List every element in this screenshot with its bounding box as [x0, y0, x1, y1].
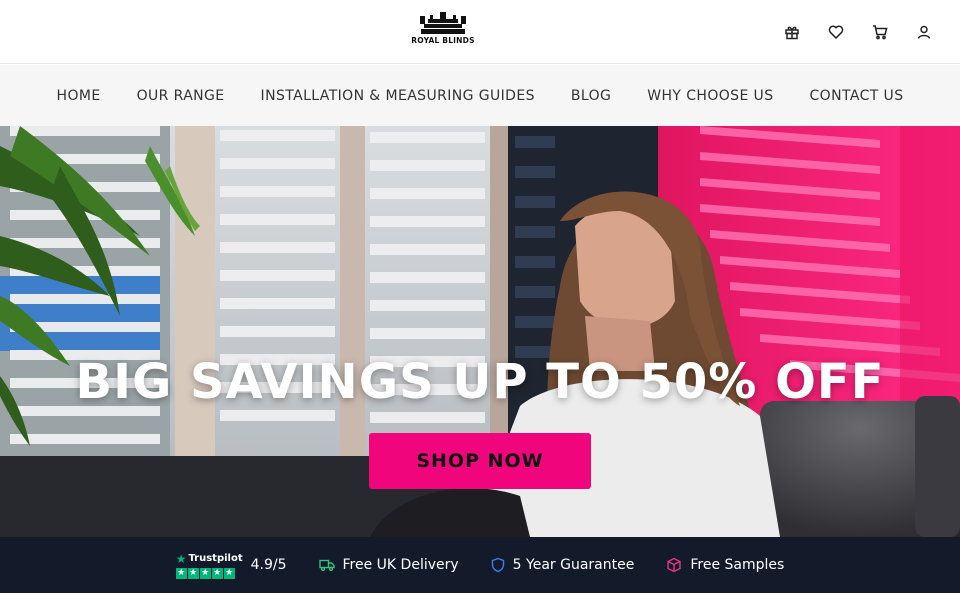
- top-header: ROYAL BLINDS: [0, 0, 960, 64]
- free-samples-label: Free Samples: [690, 557, 785, 573]
- nav-item-blog[interactable]: BLOG: [571, 88, 611, 104]
- cart-icon[interactable]: [870, 22, 890, 42]
- nav-item-installation-guides[interactable]: INSTALLATION & MEASURING GUIDES: [261, 88, 535, 104]
- shield-icon: [491, 557, 504, 573]
- user-icon[interactable]: [914, 22, 934, 42]
- main-navigation: HOME OUR RANGE INSTALLATION & MEASURING …: [0, 65, 960, 126]
- crown-icon: [420, 12, 466, 34]
- free-samples[interactable]: Free Samples: [666, 557, 784, 573]
- nav-item-our-range[interactable]: OUR RANGE: [137, 88, 225, 104]
- brand-name: ROYAL BLINDS: [411, 36, 475, 45]
- free-delivery: Free UK Delivery: [318, 557, 459, 573]
- nav-item-home[interactable]: HOME: [57, 88, 101, 104]
- hero-heading: BIG SAVINGS UP TO 50% OFF: [75, 354, 885, 410]
- truck-icon: [318, 559, 335, 572]
- hero-banner: BIG SAVINGS UP TO 50% OFF SHOP NOW: [0, 126, 960, 537]
- trustpilot-rating[interactable]: ★ Trustpilot ★ ★ ★ ★ ★ 4.9/5: [175, 551, 287, 579]
- rating-value: 4.9/5: [250, 557, 287, 573]
- trustpilot-star-icon: ★: [175, 551, 187, 566]
- page-bottom-edge: [0, 593, 960, 600]
- trustpilot-logo: ★ Trustpilot ★ ★ ★ ★ ★: [175, 551, 243, 579]
- gift-icon[interactable]: [782, 22, 802, 42]
- heart-icon[interactable]: [826, 22, 846, 42]
- nav-item-why-choose-us[interactable]: WHY CHOOSE US: [647, 88, 773, 104]
- guarantee-label: 5 Year Guarantee: [512, 557, 635, 573]
- shop-now-button[interactable]: SHOP NOW: [369, 433, 591, 489]
- free-delivery-label: Free UK Delivery: [342, 557, 459, 573]
- nav-item-contact-us[interactable]: CONTACT US: [810, 88, 904, 104]
- package-icon: [667, 557, 682, 573]
- trust-bar: ★ Trustpilot ★ ★ ★ ★ ★ 4.9/5 Free UK Deliver…: [0, 537, 960, 593]
- trustpilot-stars: ★ ★ ★ ★ ★: [175, 567, 235, 579]
- five-year-guarantee: 5 Year Guarantee: [491, 557, 635, 573]
- royal-blinds-logo[interactable]: ROYAL BLINDS: [410, 12, 476, 54]
- trustpilot-label: Trustpilot: [188, 553, 243, 564]
